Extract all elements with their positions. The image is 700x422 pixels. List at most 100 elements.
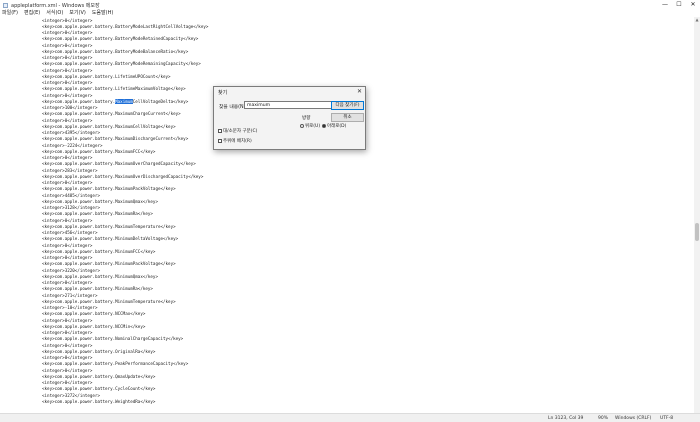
text-line[interactable]: <integer>0</integer>: [42, 180, 92, 185]
text-line[interactable]: <integer>0</integer>: [42, 380, 92, 385]
close-button[interactable]: ✕: [686, 0, 700, 10]
text-line[interactable]: <integer>-10</integer>: [42, 305, 97, 310]
text-line[interactable]: <key>com.apple.power.battery.MinimumPack…: [42, 261, 176, 266]
text-line[interactable]: <integer>0</integer>: [42, 55, 92, 60]
text-line[interactable]: <key>com.apple.power.battery.MaximumCell…: [42, 98, 189, 104]
direction-up-label: 위로(U): [305, 124, 321, 129]
text-line[interactable]: <key>com.apple.power.battery.MinimumTemp…: [42, 299, 176, 304]
match-case-label: 대/소문자 구분(C): [223, 129, 258, 134]
text-line[interactable]: <integer>0</integer>: [42, 80, 92, 85]
text-line[interactable]: <key>com.apple.power.battery.QmaxUpdate<…: [42, 374, 155, 379]
wrap-around-checkbox[interactable]: 주위에 배치(R): [218, 138, 252, 144]
text-line[interactable]: <key>com.apple.power.battery.OriginalRa<…: [42, 349, 155, 354]
status-bar: Ln 3123, Col 39 90% Windows (CRLF) UTF-8: [0, 413, 700, 422]
text-line[interactable]: <integer>271</integer>: [42, 293, 97, 298]
text-line[interactable]: <integer>283</integer>: [42, 168, 97, 173]
find-dialog: 찾기 ✕ 찾을 내용(N): maximum 다음 찾기(F) 취소 방향 위로…: [213, 86, 366, 150]
vertical-scrollbar[interactable]: ▲: [694, 17, 700, 413]
text-line[interactable]: <key>com.apple.power.battery.MaximumCell…: [42, 124, 176, 129]
text-line[interactable]: <integer>456</integer>: [42, 230, 97, 235]
zoom-level: 90%: [598, 416, 609, 421]
find-dialog-title: 찾기: [218, 90, 228, 96]
text-line[interactable]: <integer>0</integer>: [42, 368, 92, 373]
text-line[interactable]: <integer>0</integer>: [42, 155, 92, 160]
scroll-thumb[interactable]: [695, 223, 699, 241]
text-line[interactable]: <integer>0</integer>: [42, 218, 92, 223]
cancel-button[interactable]: 취소: [331, 113, 364, 122]
text-line[interactable]: <key>com.apple.power.battery.NCCMin</key…: [42, 324, 145, 329]
text-line[interactable]: <key>com.apple.power.battery.MinimumQmax…: [42, 274, 158, 279]
text-line[interactable]: <integer>0</integer>: [42, 43, 92, 48]
radio-up-icon[interactable]: [300, 124, 304, 128]
menu-edit[interactable]: 편집(E): [24, 10, 40, 17]
text-line[interactable]: <key>com.apple.power.battery.NCCMax</key…: [42, 311, 145, 316]
text-line-prefix: <key>com.apple.power.battery.: [42, 98, 116, 104]
text-line[interactable]: <key>com.apple.power.battery.MaximumOver…: [42, 174, 203, 179]
text-line[interactable]: <key>com.apple.power.battery.MaximumQmax…: [42, 199, 158, 204]
text-line[interactable]: <key>com.apple.power.battery.MaximumFCC<…: [42, 149, 155, 154]
text-line[interactable]: <integer>100</integer>: [42, 105, 97, 110]
find-dialog-close-button[interactable]: ✕: [357, 88, 362, 95]
radio-down-icon[interactable]: [322, 124, 326, 128]
text-line[interactable]: <key>com.apple.power.battery.LifetimeUPO…: [42, 74, 171, 79]
text-line[interactable]: <key>com.apple.power.battery.BatteryMode…: [42, 61, 201, 66]
text-line[interactable]: <key>com.apple.power.battery.CycleCount<…: [42, 386, 155, 391]
text-line[interactable]: <key>com.apple.power.battery.MaximumRa</…: [42, 211, 153, 216]
maximize-button[interactable]: ☐: [672, 0, 686, 10]
text-line[interactable]: <key>com.apple.power.battery.MaximumTemp…: [42, 224, 176, 229]
text-line[interactable]: <integer>0</integer>: [42, 243, 92, 248]
match-case-box-icon[interactable]: [218, 129, 222, 133]
text-line[interactable]: <integer>0</integer>: [42, 68, 92, 73]
text-line[interactable]: <key>com.apple.power.battery.BatteryMode…: [42, 49, 188, 54]
text-line[interactable]: <integer>4485</integer>: [42, 193, 100, 198]
window-title: appleplatform.xml - Windows 메모장: [11, 2, 100, 9]
minimize-button[interactable]: —: [658, 0, 672, 10]
find-what-input[interactable]: maximum: [244, 101, 338, 109]
text-line[interactable]: <integer>0</integer>: [42, 18, 92, 23]
direction-label: 방향: [302, 116, 311, 121]
menu-file[interactable]: 파일(F): [2, 10, 18, 17]
notepad-window: appleplatform.xml - Windows 메모장 — ☐ ✕ 파일…: [0, 0, 700, 422]
text-line[interactable]: <key>com.apple.power.battery.LifetimeMax…: [42, 86, 186, 91]
text-line[interactable]: <key>com.apple.power.battery.MaximumDisc…: [42, 136, 188, 141]
text-line[interactable]: <integer>0</integer>: [42, 355, 92, 360]
text-line[interactable]: <integer>3272</integer>: [42, 393, 100, 398]
scroll-up-icon[interactable]: ▲: [694, 17, 700, 23]
text-line[interactable]: <key>com.apple.power.battery.MinimumDelt…: [42, 236, 178, 241]
wrap-around-box-icon[interactable]: [218, 139, 222, 143]
cursor-position: Ln 3123, Col 39: [548, 416, 584, 421]
find-next-button[interactable]: 다음 찾기(F): [331, 101, 364, 110]
text-line[interactable]: <integer>4395</integer>: [42, 130, 100, 135]
match-case-checkbox[interactable]: 대/소문자 구분(C): [218, 128, 257, 134]
text-line[interactable]: <integer>0</integer>: [42, 93, 92, 98]
text-line[interactable]: <key>com.apple.power.battery.MaximumPack…: [42, 186, 176, 191]
text-line[interactable]: <key>com.apple.power.battery.BatteryMode…: [42, 24, 208, 29]
text-line[interactable]: <integer>0</integer>: [42, 343, 92, 348]
text-line[interactable]: <key>com.apple.power.battery.MinimumRa</…: [42, 286, 153, 291]
text-line[interactable]: <key>com.apple.power.battery.MinimumFCC<…: [42, 249, 155, 254]
text-line[interactable]: <key>com.apple.power.battery.WeightedRa<…: [42, 399, 155, 404]
text-line[interactable]: <integer>0</integer>: [42, 330, 92, 335]
text-line[interactable]: <key>com.apple.power.battery.PeakPerform…: [42, 361, 188, 366]
text-line-suffix: CellVoltageDelta</key>: [132, 98, 189, 104]
menu-view[interactable]: 보기(V): [69, 10, 86, 17]
find-what-label: 찾을 내용(N):: [219, 105, 248, 110]
text-line[interactable]: <integer>-2224</integer>: [42, 143, 103, 148]
text-line[interactable]: <integer>0</integer>: [42, 255, 92, 260]
text-line[interactable]: <integer>0</integer>: [42, 118, 92, 123]
text-line[interactable]: <key>com.apple.power.battery.BatteryMode…: [42, 36, 198, 41]
selected-match: Maximum: [115, 98, 133, 104]
direction-down-radio[interactable]: 아래로(D): [322, 123, 346, 129]
text-line[interactable]: <integer>0</integer>: [42, 280, 92, 285]
text-line[interactable]: <integer>0</integer>: [42, 30, 92, 35]
menu-help[interactable]: 도움말(H): [92, 10, 113, 17]
text-line[interactable]: <key>com.apple.power.battery.MaximumChar…: [42, 111, 181, 116]
text-line[interactable]: <integer>3220</integer>: [42, 268, 100, 273]
text-line[interactable]: <integer>0</integer>: [42, 318, 92, 323]
direction-up-radio[interactable]: 위로(U): [300, 123, 320, 129]
text-line[interactable]: <key>com.apple.power.battery.NominalChar…: [42, 336, 183, 341]
text-editor-area[interactable]: <integer>0</integer> <key>com.apple.power…: [0, 17, 694, 413]
text-line[interactable]: <key>com.apple.power.battery.MaximumOver…: [42, 161, 196, 166]
menu-format[interactable]: 서식(O): [46, 10, 63, 17]
text-line[interactable]: <integer>3128</integer>: [42, 205, 100, 210]
